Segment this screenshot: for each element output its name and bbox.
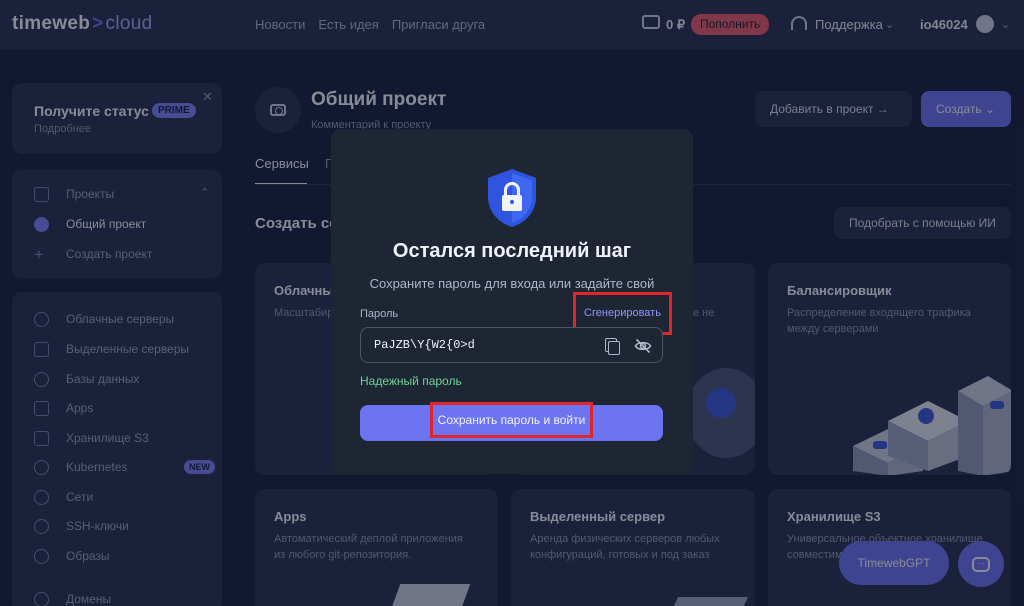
shield-lock-icon (488, 169, 536, 227)
password-field[interactable]: PaJZB\Y{W2{0>d (360, 327, 663, 363)
save-password-label: Сохранить пароль и войти (430, 402, 593, 438)
copy-icon[interactable] (605, 338, 620, 355)
password-label: Пароль (360, 308, 399, 320)
password-modal: Остался последний шаг Сохраните пароль д… (331, 129, 693, 474)
eye-off-icon[interactable] (634, 337, 652, 355)
password-strength: Надежный пароль (360, 374, 462, 388)
save-password-button[interactable]: Сохранить пароль и войти (360, 402, 663, 441)
password-value[interactable]: PaJZB\Y{W2{0>d (374, 338, 475, 352)
modal-title: Остался последний шаг (392, 240, 632, 262)
modal-subtitle: Сохраните пароль для входа или задайте с… (369, 276, 655, 291)
